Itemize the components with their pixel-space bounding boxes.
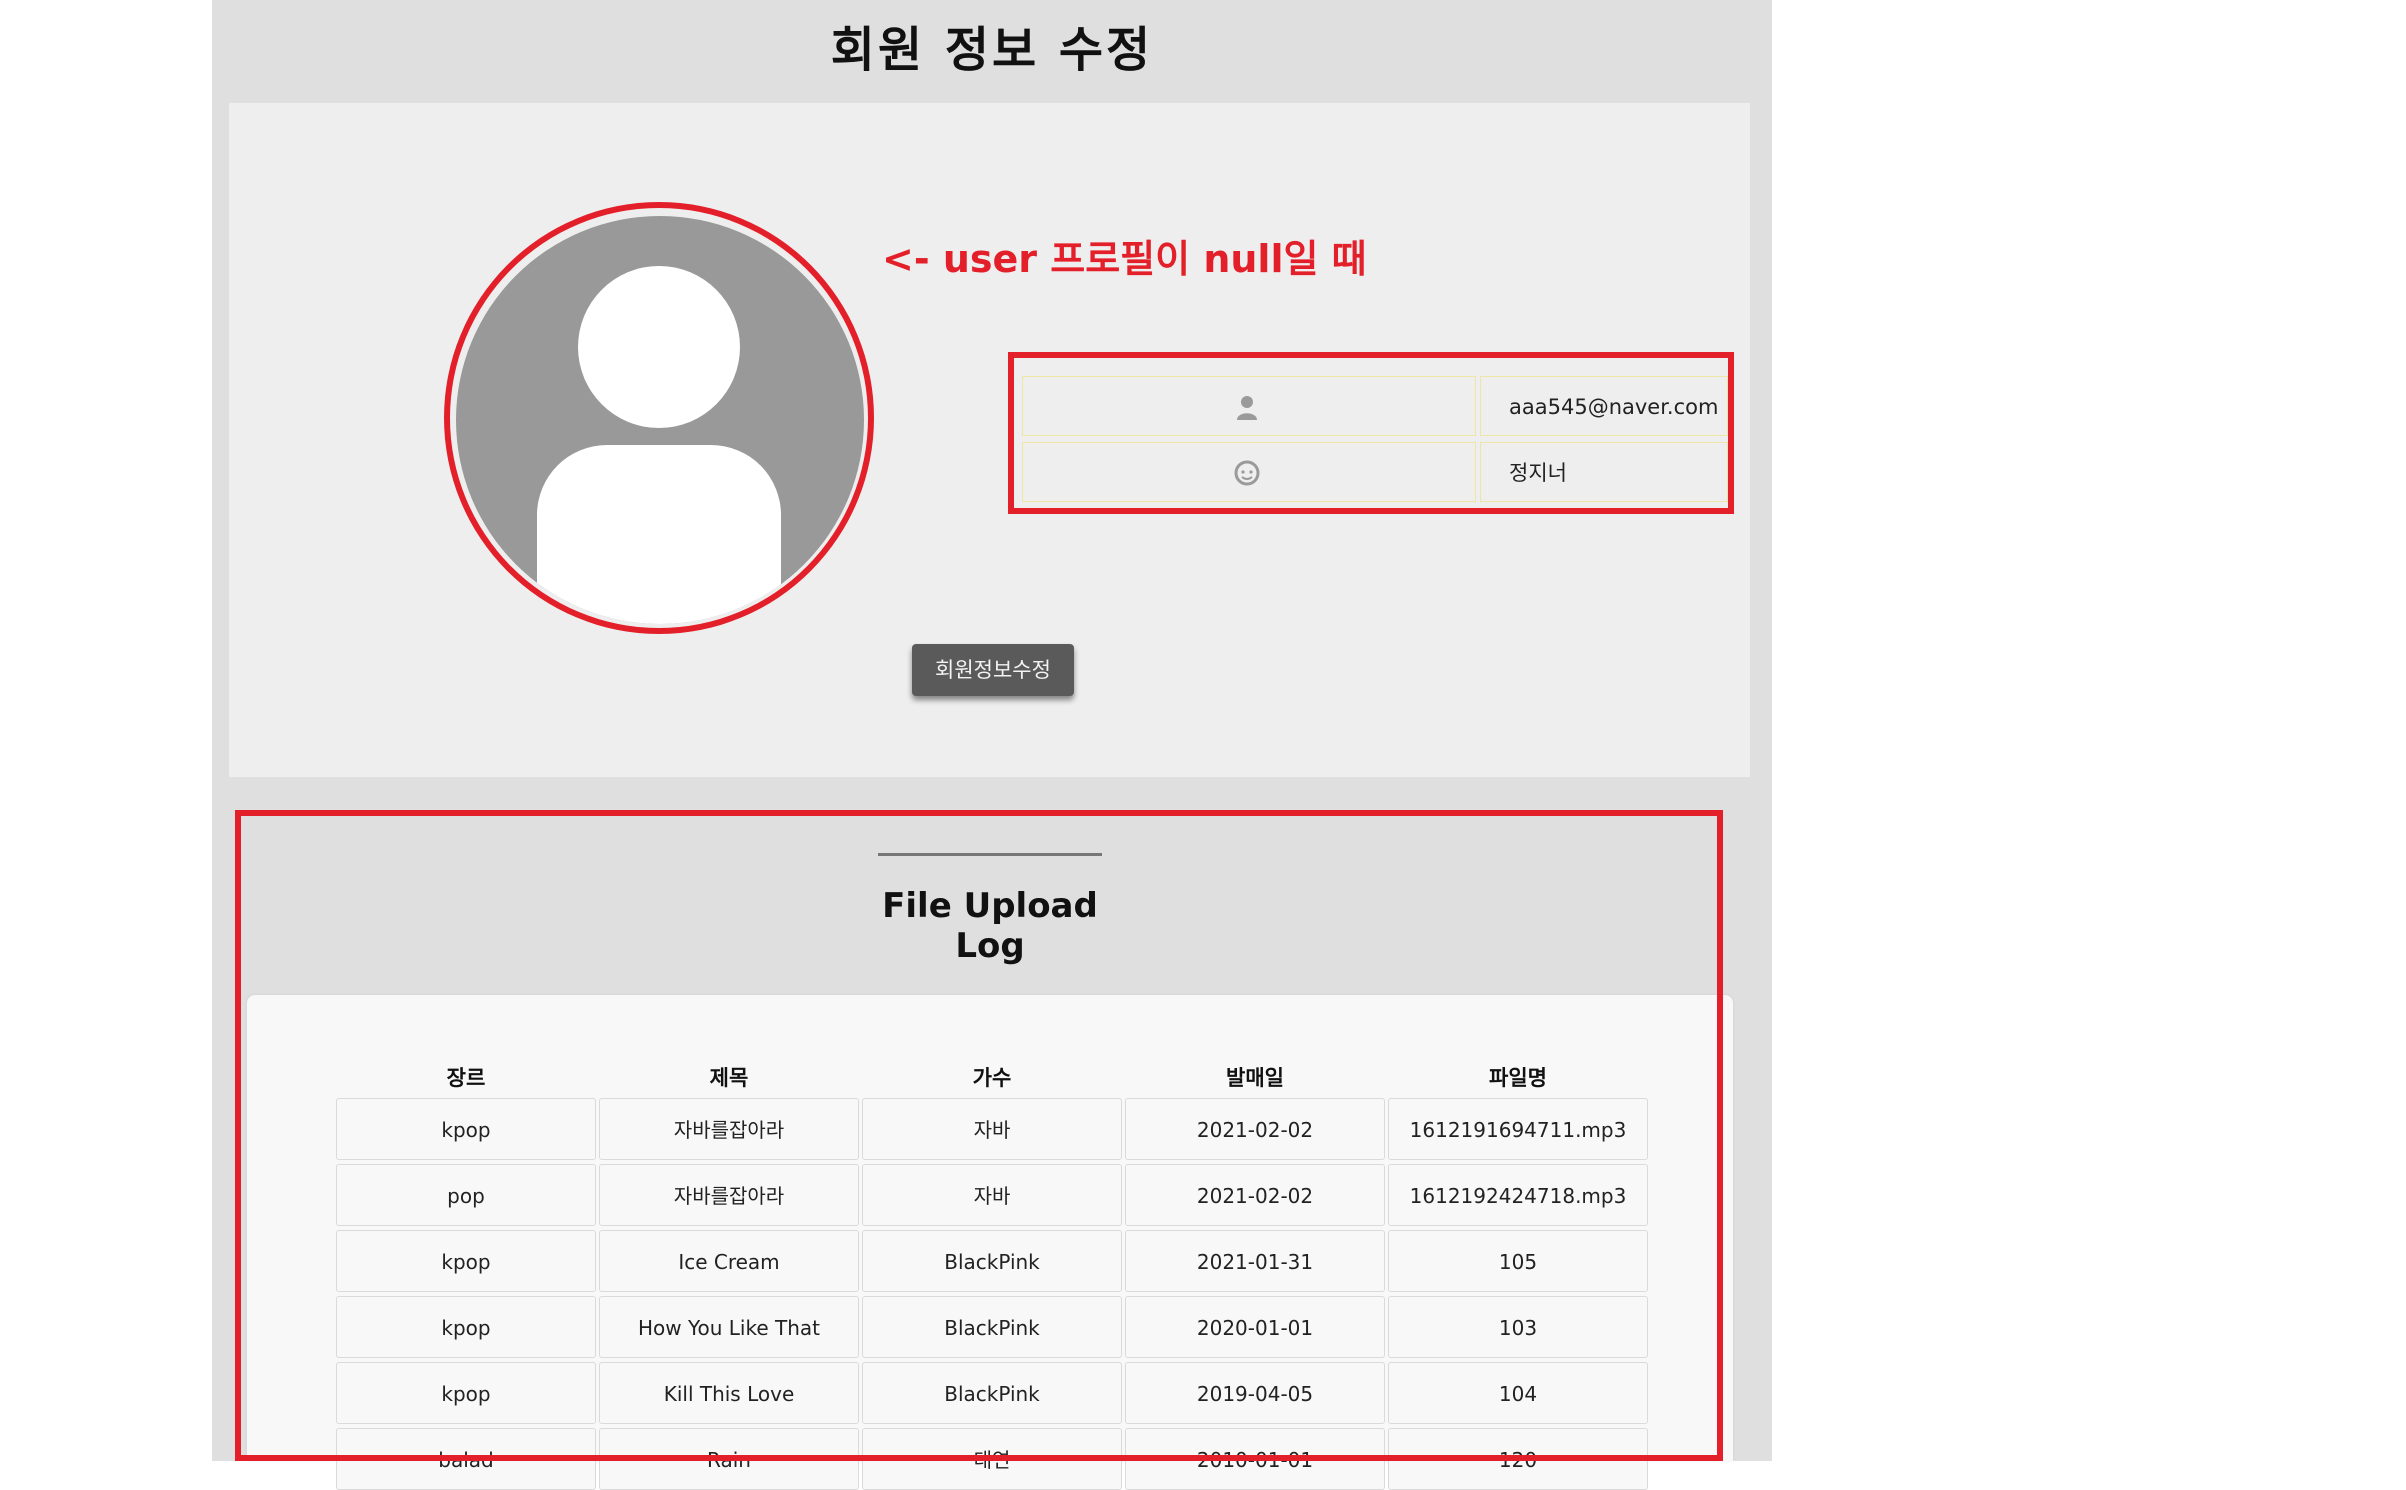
- edit-profile-button[interactable]: 회원정보수정: [912, 644, 1074, 696]
- page-title: 회원 정보 수정: [830, 22, 1154, 78]
- log-highlight-box-bottom: [235, 1455, 1723, 1461]
- log-highlight-box: [235, 810, 1723, 1461]
- avatar-highlight-ring: [444, 202, 874, 634]
- annotation-text: <- user 프로필이 null일 때: [882, 237, 1367, 281]
- info-highlight-box: [1008, 352, 1734, 514]
